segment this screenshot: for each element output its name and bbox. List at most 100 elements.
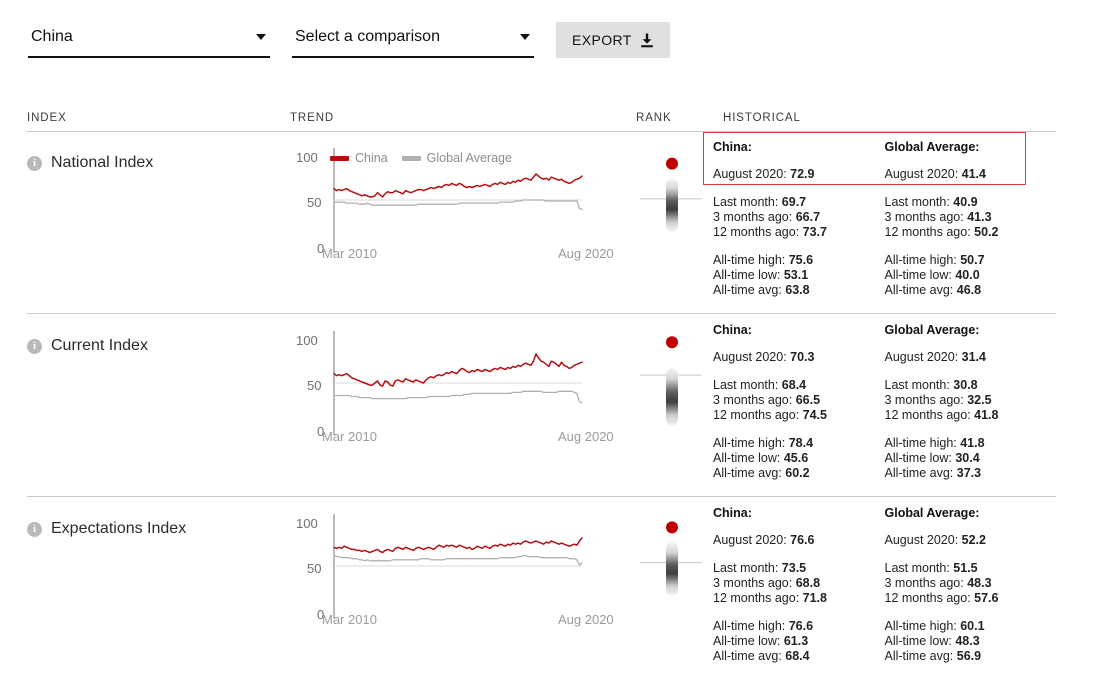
controls-bar: China Select a comparison EXPORT [28,22,670,58]
historical-alltime-block: All-time high: 78.4All-time low: 45.6All… [713,436,885,480]
historical-value: 66.7 [796,210,820,224]
historical-line: All-time high: 60.1 [885,619,1057,634]
x-axis-start-label: Mar 2010 [322,246,377,261]
index-row: iExpectations Index100500Mar 2010Aug 202… [0,498,1111,678]
historical-column-title: Global Average: [885,323,1057,337]
historical-value: 51.5 [953,561,977,575]
historical-value: 68.4 [782,378,806,392]
legend-label: China [355,151,388,165]
historical-value: 37.3 [957,466,981,480]
historical-value: 48.3 [955,634,979,648]
historical-value: 73.5 [782,561,806,575]
historical-recent-block: Last month: 30.83 months ago: 32.512 mon… [885,378,1057,422]
historical-value: 68.4 [785,649,809,663]
historical-current: August 2020: 72.9 [713,167,885,181]
historical-recent-block: Last month: 69.73 months ago: 66.712 mon… [713,195,885,239]
historical-columns: China:August 2020: 76.6Last month: 73.53… [713,506,1056,664]
index-cell: iCurrent Index [27,337,148,355]
chevron-down-icon [520,34,530,40]
historical-value: 41.8 [960,436,984,450]
historical-value: 40.0 [955,268,979,282]
historical-line: All-time avg: 68.4 [713,649,885,664]
legend-item: China [330,151,388,165]
historical-column: China:August 2020: 72.9Last month: 69.73… [713,140,885,298]
rank-marker [666,336,678,348]
historical-value: 74.5 [803,408,827,422]
historical-recent-block: Last month: 40.93 months ago: 41.312 mon… [885,195,1057,239]
historical-alltime-block: All-time high: 41.8All-time low: 30.4All… [885,436,1057,480]
historical-columns: China:August 2020: 70.3Last month: 68.43… [713,323,1056,481]
historical-line: All-time low: 53.1 [713,268,885,283]
historical-line: Last month: 73.5 [713,561,885,576]
historical-line: 12 months ago: 74.5 [713,408,885,423]
historical-inner: China:August 2020: 76.6Last month: 73.53… [713,506,1056,664]
export-button[interactable]: EXPORT [556,22,670,58]
historical-line: 12 months ago: 73.7 [713,225,885,240]
column-header-trend: TREND [290,112,334,124]
info-icon[interactable]: i [27,156,42,171]
historical-line: 12 months ago: 50.2 [885,225,1057,240]
historical-line: Last month: 68.4 [713,378,885,393]
historical-value: 69.7 [782,195,806,209]
index-name: Expectations Index [51,520,186,538]
historical-line: 3 months ago: 41.3 [885,210,1057,225]
historical-line: 12 months ago: 57.6 [885,591,1057,606]
historical-value: 46.8 [957,283,981,297]
historical-alltime-block: All-time high: 60.1All-time low: 48.3All… [885,619,1057,663]
historical-line: Last month: 69.7 [713,195,885,210]
index-cell: i Expectations Index [27,520,186,538]
historical-recent-block: Last month: 51.53 months ago: 48.312 mon… [885,561,1057,605]
historical-value: 48.3 [967,576,991,590]
legend-swatch [402,156,421,161]
rank-distribution [636,329,708,439]
index-row: iCurrent Index100500Mar 2010Aug 2020Chin… [0,315,1111,497]
historical-value: 78.4 [789,436,813,450]
historical-current-value: 52.2 [962,533,986,547]
historical-value: 76.6 [789,619,813,633]
historical-line: 3 months ago: 66.5 [713,393,885,408]
historical-current: August 2020: 52.2 [885,533,1057,547]
historical-cell: China:August 2020: 76.6Last month: 73.53… [713,506,1056,664]
historical-line: 3 months ago: 48.3 [885,576,1057,591]
historical-value: 57.6 [974,591,998,605]
trend-chart [296,508,626,628]
x-axis-end-label: Aug 2020 [558,612,614,627]
historical-line: All-time high: 50.7 [885,253,1057,268]
historical-value: 53.1 [784,268,808,282]
historical-line: All-time avg: 37.3 [885,466,1057,481]
historical-current: August 2020: 31.4 [885,350,1057,364]
index-row: iNational IndexChinaGlobal Average100500… [0,132,1111,314]
historical-current: August 2020: 41.4 [885,167,1057,181]
historical-columns: China:August 2020: 72.9Last month: 69.73… [713,140,1056,298]
comparison-select[interactable]: Select a comparison [292,22,534,58]
historical-column: Global Average:August 2020: 52.2Last mon… [885,506,1057,664]
historical-line: All-time avg: 46.8 [885,283,1057,298]
historical-value: 75.6 [789,253,813,267]
rank-marker [666,521,678,533]
historical-column: China:August 2020: 70.3Last month: 68.43… [713,323,885,481]
trend-cell: 100500Mar 2010Aug 2020 [296,508,626,633]
historical-value: 60.2 [785,466,809,480]
historical-line: All-time low: 30.4 [885,451,1057,466]
country-select[interactable]: China [28,22,270,58]
historical-alltime-block: All-time high: 50.7All-time low: 40.0All… [885,253,1057,297]
rank-cell [636,329,708,459]
info-icon[interactable]: i [27,522,42,537]
historical-column-title: China: [713,506,885,520]
historical-current-value: 76.6 [790,533,814,547]
cutoff-top-strip: · · [0,0,1111,8]
x-axis-start-label: Mar 2010 [322,612,377,627]
legend-item: Global Average [402,151,512,165]
y-tick-50: 50 [307,378,321,393]
historical-column-title: China: [713,323,885,337]
historical-line: 3 months ago: 66.7 [713,210,885,225]
historical-line: 3 months ago: 68.8 [713,576,885,591]
info-icon[interactable]: i [27,339,42,354]
historical-value: 50.7 [960,253,984,267]
historical-column: China:August 2020: 76.6Last month: 73.53… [713,506,885,664]
column-header-index: INDEX [27,112,67,124]
historical-value: 45.6 [784,451,808,465]
historical-recent-block: Last month: 73.53 months ago: 68.812 mon… [713,561,885,605]
historical-line: All-time avg: 60.2 [713,466,885,481]
historical-line: All-time low: 48.3 [885,634,1057,649]
